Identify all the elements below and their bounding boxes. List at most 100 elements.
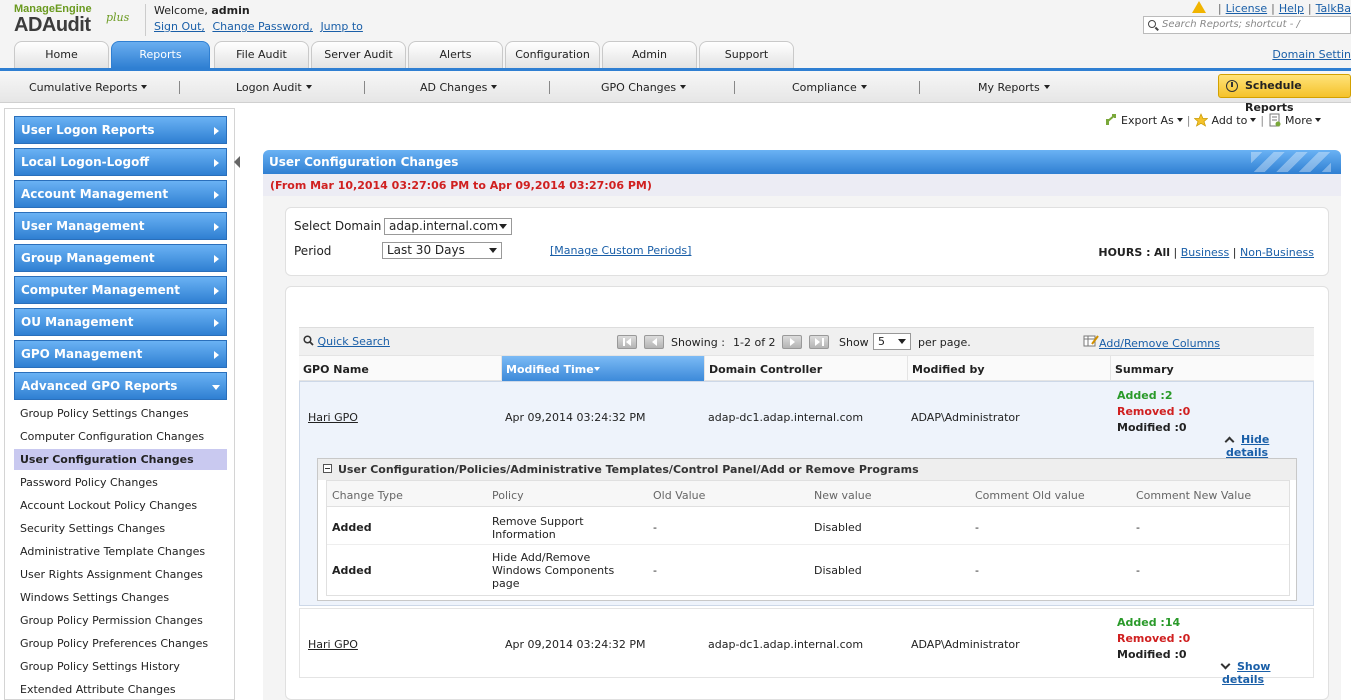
sidebar-section-gpo-management[interactable]: GPO Management — [14, 340, 227, 368]
sidebar-item-extended-attribute-changes[interactable]: Extended Attribute Changes — [14, 679, 227, 700]
page-size-select[interactable]: 5 — [873, 333, 911, 350]
domain-select[interactable]: adap.internal.com — [384, 218, 512, 235]
sidebar-item-user-configuration-changes[interactable]: User Configuration Changes — [14, 449, 227, 470]
column-header-modified-by[interactable]: Modified by — [907, 356, 1110, 382]
schedule-reports-label: Schedule Reports — [1245, 79, 1302, 114]
hours-all[interactable]: All — [1154, 246, 1170, 259]
talkback-link[interactable]: TalkBa — [1316, 2, 1351, 15]
first-page-button[interactable] — [617, 335, 637, 349]
sidebar-section-user-logon-reports[interactable]: User Logon Reports — [14, 116, 227, 144]
menu-cumulative-reports[interactable]: Cumulative Reports — [29, 81, 148, 94]
chevron-down-icon — [1220, 659, 1231, 670]
search-reports-input[interactable]: Search Reports; shortcut - / — [1143, 16, 1351, 34]
manage-custom-periods-link[interactable]: [Manage Custom Periods] — [550, 244, 691, 257]
hide-details-link[interactable]: Hide details — [1224, 433, 1313, 459]
gpo-name-link[interactable]: Hari GPO — [308, 638, 358, 651]
quick-search-link[interactable]: Quick Search — [303, 335, 390, 348]
tab-support[interactable]: Support — [699, 41, 794, 68]
last-page-button[interactable] — [809, 335, 829, 349]
hours-filter: HOURS : All | Business | Non-Business — [1098, 246, 1314, 259]
collapse-sidebar-icon[interactable] — [234, 156, 240, 168]
sidebar-section-group-management[interactable]: Group Management — [14, 244, 227, 272]
search-placeholder: Search Reports; shortcut - / — [1162, 19, 1300, 30]
report-filters: Select Domain adap.internal.com Period L… — [285, 207, 1329, 276]
sidebar-section-local-logon-logoff[interactable]: Local Logon-Logoff — [14, 148, 227, 176]
sidebar-item-group-policy-preferences-changes[interactable]: Group Policy Preferences Changes — [14, 633, 227, 654]
dropdown-arrow-icon — [499, 224, 507, 229]
menu-my-reports[interactable]: My Reports — [978, 81, 1050, 94]
tab-home[interactable]: Home — [14, 41, 109, 68]
modified-by: ADAP\Administrator — [911, 638, 1020, 651]
app-logo[interactable]: ManageEngine ADAudit plus — [14, 3, 129, 35]
details-row: Added Remove Support Information - Disab… — [327, 508, 1289, 545]
sidebar-item-windows-settings-changes[interactable]: Windows Settings Changes — [14, 587, 227, 608]
column-header-summary[interactable]: Summary — [1110, 356, 1314, 382]
menu-logon-audit[interactable]: Logon Audit — [236, 81, 312, 94]
chevron-down-icon — [860, 85, 867, 89]
export-as-button[interactable]: Export As — [1104, 114, 1183, 127]
warning-icon[interactable] — [1191, 1, 1206, 13]
schedule-reports-button[interactable]: Schedule Reports — [1218, 74, 1351, 114]
change-password-link[interactable]: Change Password, — [212, 20, 313, 33]
help-link[interactable]: Help — [1279, 2, 1304, 15]
sidebar-section-ou-management[interactable]: OU Management — [14, 308, 227, 336]
chevron-right-icon — [214, 159, 219, 167]
tab-server-audit[interactable]: Server Audit — [311, 41, 406, 68]
sidebar-section-advanced-gpo-reports[interactable]: Advanced GPO Reports — [14, 372, 227, 400]
showing-label: Showing : — [671, 336, 725, 349]
chevron-right-icon — [214, 287, 219, 295]
more-button[interactable]: More — [1268, 113, 1322, 127]
sidebar-item-account-lockout-policy-changes[interactable]: Account Lockout Policy Changes — [14, 495, 227, 516]
prev-page-button[interactable] — [644, 335, 664, 349]
jump-to-link[interactable]: Jump to — [320, 20, 362, 33]
show-details-link[interactable]: Show details — [1220, 659, 1313, 686]
gpo-name-link[interactable]: Hari GPO — [308, 411, 358, 424]
change-details-panel: User Configuration/Policies/Administrati… — [317, 458, 1297, 601]
menu-ad-changes[interactable]: AD Changes — [420, 81, 498, 94]
sidebar-item-security-settings-changes[interactable]: Security Settings Changes — [14, 518, 227, 539]
details-col-change-type: Change Type — [332, 489, 403, 502]
license-link[interactable]: License — [1226, 2, 1267, 15]
sign-out-link[interactable]: Sign Out, — [154, 20, 205, 33]
table-toolbar: Quick Search Showing : 1-2 of 2 Show 5 p… — [299, 327, 1314, 355]
sidebar-section-computer-management[interactable]: Computer Management — [14, 276, 227, 304]
sidebar-item-group-policy-settings-history[interactable]: Group Policy Settings History — [14, 656, 227, 677]
tab-file-audit[interactable]: File Audit — [214, 41, 309, 68]
hours-business-link[interactable]: Business — [1181, 246, 1230, 259]
tab-configuration[interactable]: Configuration — [505, 41, 600, 68]
sidebar-section-account-management[interactable]: Account Management — [14, 180, 227, 208]
add-remove-columns-link[interactable]: Add/Remove Columns — [1083, 334, 1220, 350]
old-value: - — [653, 521, 657, 534]
tab-reports[interactable]: Reports — [111, 41, 210, 68]
menu-gpo-changes[interactable]: GPO Changes — [601, 81, 687, 94]
sidebar-item-password-policy-changes[interactable]: Password Policy Changes — [14, 472, 227, 493]
column-header-modified-time[interactable]: Modified Time — [501, 356, 704, 382]
summary-removed: Removed :0 — [1117, 405, 1191, 418]
sidebar-item-computer-configuration-changes[interactable]: Computer Configuration Changes — [14, 426, 227, 447]
export-icon — [1106, 114, 1116, 125]
domain-controller: adap-dc1.adap.internal.com — [708, 411, 864, 424]
document-icon — [1269, 113, 1281, 127]
tab-admin[interactable]: Admin — [602, 41, 697, 68]
column-header-domain-controller[interactable]: Domain Controller — [704, 356, 907, 382]
chevron-up-icon — [1224, 436, 1235, 447]
sidebar-item-group-policy-settings-changes[interactable]: Group Policy Settings Changes — [14, 403, 227, 424]
domain-settings-link[interactable]: Domain Settin — [1272, 48, 1351, 61]
tab-alerts[interactable]: Alerts — [408, 41, 503, 68]
top-links: | License | Help | TalkBa — [1191, 1, 1351, 15]
summary-added: Added :2 — [1117, 389, 1173, 402]
details-path-header[interactable]: User Configuration/Policies/Administrati… — [318, 459, 1296, 480]
hours-non-business-link[interactable]: Non-Business — [1240, 246, 1314, 259]
sidebar-item-administrative-template-changes[interactable]: Administrative Template Changes — [14, 541, 227, 562]
report-actions: Export As | Add to | More — [1104, 113, 1322, 127]
menu-compliance[interactable]: Compliance — [792, 81, 867, 94]
details-table: Change Type Policy Old Value New value C… — [326, 480, 1290, 596]
next-page-button[interactable] — [782, 335, 802, 349]
sidebar-section-user-management[interactable]: User Management — [14, 212, 227, 240]
period-select[interactable]: Last 30 Days — [382, 242, 502, 259]
add-to-button[interactable]: Add to — [1194, 113, 1257, 127]
sidebar-item-group-policy-permission-changes[interactable]: Group Policy Permission Changes — [14, 610, 227, 631]
sidebar-item-user-rights-assignment-changes[interactable]: User Rights Assignment Changes — [14, 564, 227, 585]
collapse-icon[interactable] — [323, 464, 332, 473]
column-header-gpo-name[interactable]: GPO Name — [299, 356, 501, 382]
